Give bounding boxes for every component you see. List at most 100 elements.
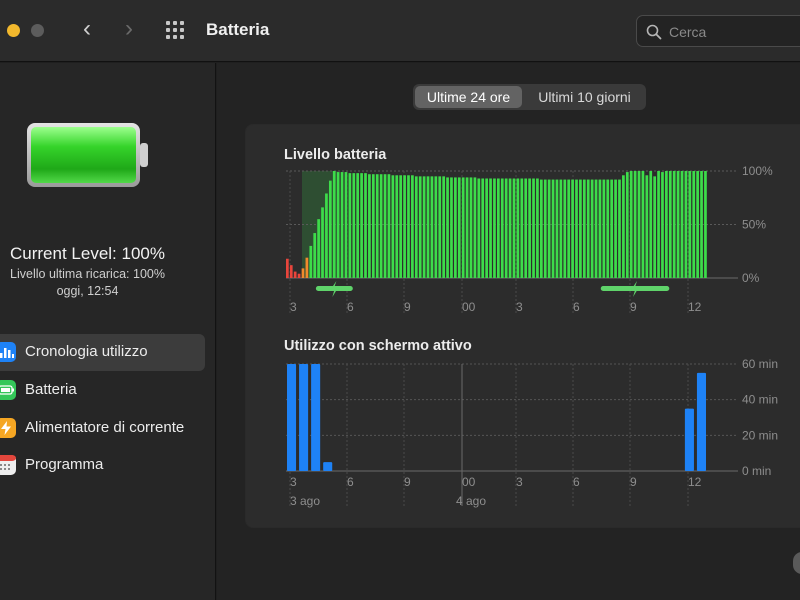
- last-charge-time: oggi, 12:54: [56, 284, 119, 298]
- battery-bar: [469, 177, 473, 278]
- y-tick-label: 60 min: [742, 357, 778, 371]
- x-tick-label: 9: [404, 300, 411, 314]
- battery-bar: [625, 172, 629, 278]
- battery-bar: [551, 179, 555, 278]
- segment-ultime-24-ore[interactable]: Ultime 24 ore: [415, 86, 522, 108]
- battery-bar: [383, 174, 387, 278]
- battery-bar: [340, 172, 344, 278]
- battery-bar: [317, 219, 320, 278]
- main-content: Ultime 24 ore Ultimi 10 giorni Livello b…: [217, 63, 800, 600]
- battery-bar: [411, 175, 414, 278]
- x-tick-label: 6: [347, 300, 354, 314]
- battery-bar: [481, 178, 485, 278]
- screen-usage-chart: 60 min 40 min 20 min 0 min 3 6 9 00 3 6 9 12 3 ago 4 …: [286, 357, 778, 508]
- zoom-window-button[interactable]: [31, 24, 44, 37]
- screen-chart-title: Utilizzo con schermo attivo: [284, 338, 472, 354]
- battery-bar: [559, 179, 563, 278]
- battery-bar: [309, 245, 313, 278]
- battery-bar: [422, 176, 426, 278]
- battery-bar: [536, 178, 539, 278]
- x-tick-label: 3: [290, 300, 297, 314]
- scroll-handle[interactable]: [793, 552, 800, 574]
- battery-bar: [657, 171, 660, 278]
- forward-button[interactable]: ›: [116, 17, 142, 43]
- battery-bar: [473, 177, 477, 278]
- sidebar-item-programma[interactable]: Programma: [0, 447, 205, 484]
- charging-bolt-icon: [631, 281, 640, 297]
- minimize-window-button[interactable]: [7, 24, 20, 37]
- battery-bar: [477, 178, 481, 278]
- window-title: Batteria: [206, 20, 270, 39]
- search-placeholder: Cerca: [669, 24, 707, 40]
- show-all-grid-icon[interactable]: [166, 21, 188, 41]
- battery-bar: [493, 178, 496, 278]
- y-tick-label: 40 min: [742, 393, 778, 407]
- sidebar-item-batteria[interactable]: Batteria: [0, 372, 205, 409]
- battery-bar: [665, 171, 668, 278]
- x-tick-label: 00: [462, 475, 476, 489]
- battery-bar: [313, 233, 317, 278]
- battery-bar: [676, 171, 680, 278]
- x-tick-label: 12: [688, 300, 702, 314]
- battery-bar: [387, 174, 391, 278]
- battery-bar: [399, 175, 403, 278]
- battery-bar: [653, 176, 657, 278]
- battery-bar: [692, 171, 696, 278]
- charging-bolt-icon: [330, 281, 339, 297]
- battery-bar: [360, 173, 363, 278]
- sidebar-item-alimentatore[interactable]: Alimentatore di corrente: [0, 410, 205, 447]
- battery-bar: [520, 178, 524, 278]
- y-tick-label: 0 min: [742, 464, 771, 478]
- battery-bar: [364, 173, 367, 278]
- battery-bar: [457, 177, 461, 278]
- battery-bar: [293, 271, 297, 278]
- battery-bar: [704, 171, 707, 278]
- x-tick-label: 9: [630, 475, 637, 489]
- battery-bar: [403, 175, 406, 278]
- x-tick-label: 9: [630, 300, 637, 314]
- date-label: 3 ago: [290, 494, 320, 508]
- battery-bar: [356, 173, 360, 278]
- x-tick-label: 3: [516, 300, 523, 314]
- x-tick-label: 6: [573, 475, 580, 489]
- title-bar: ‹ › Batteria Cerca: [0, 0, 800, 62]
- battery-bar: [614, 179, 617, 278]
- current-level-label: Current Level: 100%: [10, 244, 165, 263]
- battery-bar: [301, 268, 305, 278]
- battery-bar: [407, 175, 410, 278]
- search-field[interactable]: Cerca: [636, 15, 800, 47]
- battery-bar: [348, 173, 352, 278]
- battery-bar: [579, 179, 582, 278]
- battery-bar: [297, 273, 301, 278]
- battery-bar: [430, 176, 434, 278]
- battery-bar: [528, 178, 531, 278]
- battery-bar: [555, 179, 559, 278]
- screen-usage-bar: [696, 372, 706, 471]
- battery-bar: [321, 207, 324, 278]
- battery-bar: [543, 179, 547, 278]
- sidebar-item-label: Alimentatore di corrente: [25, 419, 185, 436]
- battery-bar: [454, 177, 457, 278]
- battery-bar: [395, 175, 399, 278]
- time-range-segmented-control: Ultime 24 ore Ultimi 10 giorni: [413, 84, 646, 110]
- x-tick-label: 6: [573, 300, 580, 314]
- battery-bar: [379, 174, 383, 278]
- segment-ultimi-10-giorni[interactable]: Ultimi 10 giorni: [525, 86, 644, 108]
- battery-chart-title: Livello batteria: [284, 147, 387, 163]
- battery-bar: [328, 180, 332, 278]
- battery-bar: [286, 258, 289, 278]
- back-button[interactable]: ‹: [74, 17, 100, 43]
- battery-bar: [618, 179, 621, 278]
- battery-bar: [289, 265, 293, 278]
- battery-bar: [668, 171, 672, 278]
- sidebar-item-cronologia-utilizzo[interactable]: Cronologia utilizzo: [0, 334, 205, 371]
- screen-usage-bar: [311, 364, 321, 471]
- battery-bar: [610, 179, 614, 278]
- battery-bar: [497, 178, 500, 278]
- battery-bar: [637, 171, 641, 278]
- sidebar: Current Level: 100% Livello ultima ricar…: [0, 63, 216, 600]
- battery-bar: [461, 177, 465, 278]
- battery-bar: [598, 179, 602, 278]
- y-tick-label: 100%: [742, 164, 773, 178]
- x-tick-label: 6: [347, 475, 354, 489]
